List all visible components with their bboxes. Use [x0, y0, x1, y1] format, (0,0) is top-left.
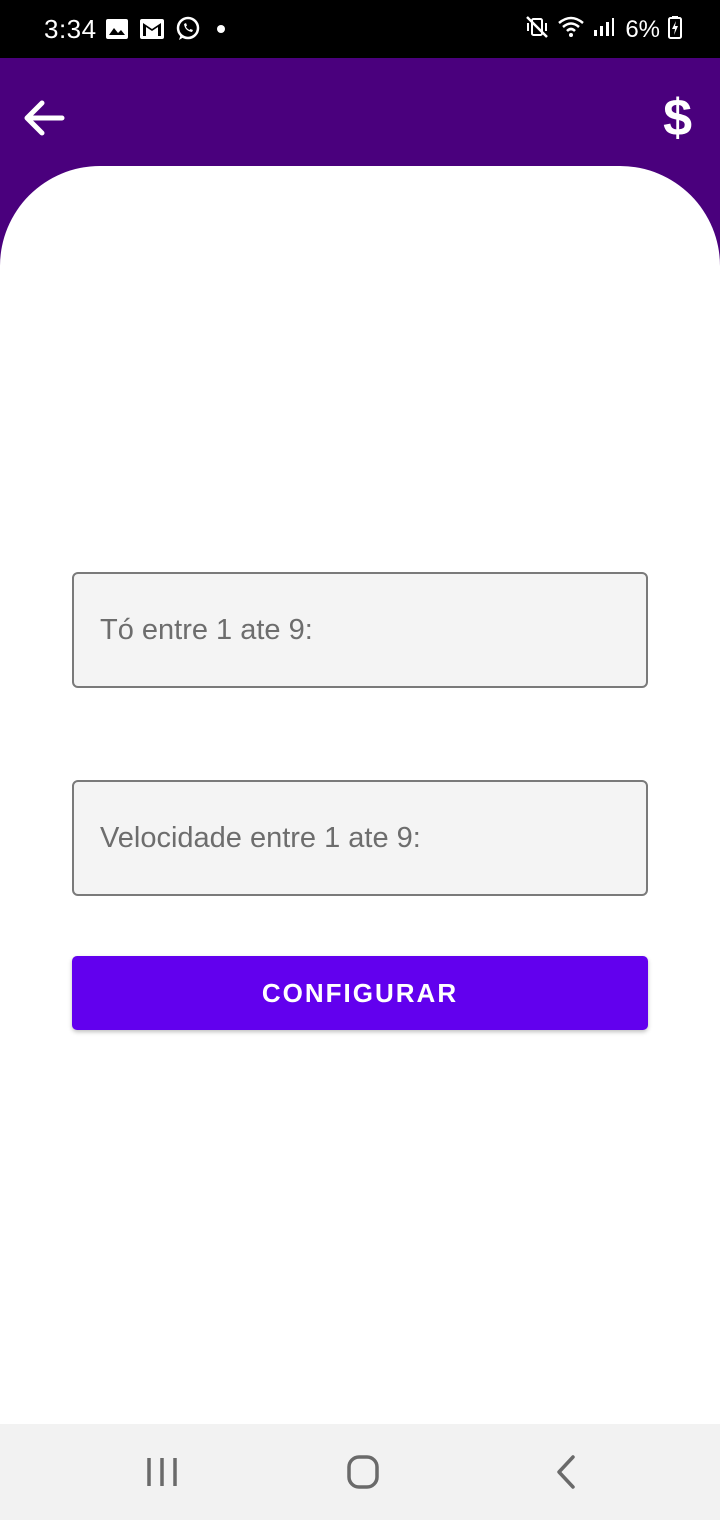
notification-icons: [105, 16, 231, 47]
velocidade-field[interactable]: [72, 780, 648, 896]
signal-icon: [593, 16, 615, 43]
configurar-button[interactable]: CONFIGURAR: [72, 956, 648, 1030]
to-field[interactable]: [72, 572, 648, 688]
velocidade-input[interactable]: [74, 782, 646, 894]
back-icon: [557, 1455, 575, 1489]
home-icon: [347, 1455, 379, 1489]
recents-icon: [147, 1458, 177, 1486]
mute-vibrate-icon: [525, 15, 549, 44]
dollar-button[interactable]: $: [663, 88, 692, 148]
arrow-left-icon: [24, 100, 65, 136]
status-bar: 3:34 6%: [0, 0, 720, 58]
back-button[interactable]: [22, 98, 68, 138]
dot-icon: [211, 19, 231, 44]
battery-charging-icon: [668, 15, 682, 44]
navigation-bar: [0, 1424, 720, 1520]
whatsapp-icon: [175, 16, 201, 47]
dollar-icon: $: [663, 89, 692, 147]
home-button[interactable]: [333, 1452, 393, 1492]
image-icon: [105, 18, 129, 45]
nav-back-button[interactable]: [535, 1452, 595, 1492]
gmail-icon: [139, 18, 165, 45]
status-time: 3:34: [44, 14, 97, 44]
recents-button[interactable]: [132, 1452, 192, 1492]
to-input[interactable]: [74, 574, 646, 686]
wifi-icon: [557, 15, 585, 44]
battery-percent: 6%: [625, 15, 660, 43]
system-icons: 6%: [525, 15, 682, 44]
